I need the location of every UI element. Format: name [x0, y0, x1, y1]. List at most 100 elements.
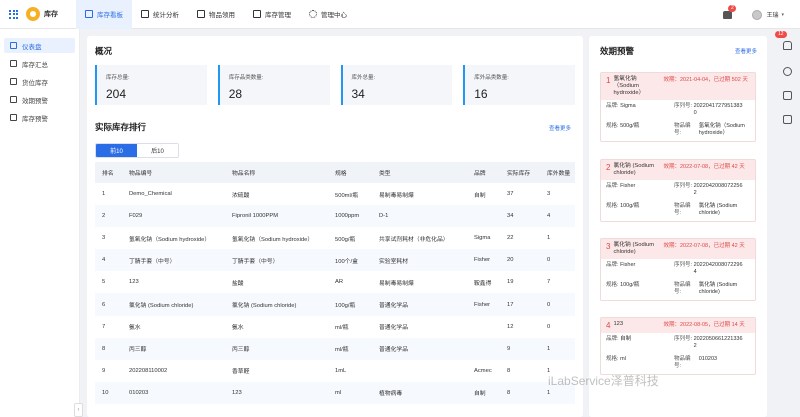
sidebar-item-expiry-warning[interactable]: 效期预警	[4, 92, 75, 107]
nav-item-inventory-management[interactable]: 库存管理	[244, 0, 300, 29]
table-row[interactable]: 2 F029 Fipronil 1000PPM 1000ppm D-1 34 4	[95, 205, 575, 228]
chevron-down-icon[interactable]: ▾	[781, 12, 784, 18]
stat-card-stock-categories: 库存品类数量: 28	[217, 65, 330, 105]
main-panel: 概况 库存总量: 204 库存品类数量: 28 库外总量: 34 库外品类数量:…	[87, 36, 583, 417]
nav-item-admin-center[interactable]: 管理中心	[300, 0, 356, 29]
support-icon[interactable]	[783, 115, 792, 124]
table-cell: 丁腈手套（中号）	[122, 249, 225, 272]
apps-grid-icon[interactable]	[9, 9, 18, 19]
table-row[interactable]: 3 氢氧化钠（Sodium hydroxide） 氢氧化钠（Sodium hydro…	[95, 227, 575, 249]
column-header: 规格	[328, 162, 372, 183]
sidebar-item-label: 货位库存	[22, 79, 48, 87]
table-cell: 浓硫酸	[232, 192, 250, 199]
user-name[interactable]: 王瑞	[766, 10, 778, 19]
expiry-field-item-no: 物品编号: 氯化钠 (Sodium chloride)	[674, 282, 750, 296]
table-cell: 8	[507, 367, 511, 374]
field-value: Fisher	[620, 262, 636, 268]
column-header: 库外数量	[540, 162, 575, 183]
expiry-field-serial: 序列号: 20220420080722562	[674, 183, 750, 197]
expiry-card[interactable]: 4 123 效期：2022-08-05，已过期 14 天 品牌: 自制 序列号:…	[600, 317, 756, 375]
table-cell: Acmec	[474, 367, 492, 374]
expiry-card-number: 3	[606, 242, 611, 251]
table-cell: 6	[95, 293, 122, 316]
table-row[interactable]: 10 010203 123 ml 植物病毒 自制 8 1	[95, 381, 575, 404]
expiry-card-name: 氯化钠 (Sodium chloride)	[613, 242, 655, 255]
table-cell: 香草醛	[232, 369, 250, 376]
field-label: 品牌:	[606, 262, 619, 268]
tab-top-10[interactable]: 前10	[96, 144, 137, 157]
table-cell: 1mL	[335, 367, 347, 374]
table-cell: 1000ppm	[328, 205, 372, 228]
sidebar-item-label: 仪表盘	[22, 43, 42, 51]
expiry-card[interactable]: 1 氢氧化钠（Sodium hydroxide） 效期：2021-04-04，已…	[600, 72, 756, 142]
stat-card-label: 库存总量:	[106, 75, 130, 81]
expiry-card-body: 品牌: Fisher 序列号: 20220420080722562 规格: 10…	[601, 180, 755, 221]
nav-item-statistics[interactable]: 统计分析	[132, 0, 188, 29]
document-icon[interactable]	[783, 91, 792, 100]
nav-item-item-requisition[interactable]: 物品领用	[188, 0, 244, 29]
stat-card-value: 204	[106, 87, 127, 101]
table-cell: Sigma	[474, 235, 491, 242]
field-label: 序列号:	[674, 183, 693, 189]
notification-icon[interactable]: 2	[723, 4, 737, 19]
table-cell: 易制毒易制爆	[379, 192, 414, 199]
table-cell	[467, 205, 500, 228]
stat-card-value: 34	[351, 87, 365, 101]
expiry-card[interactable]: 2 氯化钠 (Sodium chloride) 效期：2022-07-08，已过…	[600, 159, 756, 222]
expiry-view-more-link[interactable]: 查看更多	[735, 47, 757, 55]
table-row[interactable]: 7 氨水 氨水 ml/瓶 普通化学品 12 0	[95, 316, 575, 338]
table-cell: ml/瓶	[328, 337, 372, 360]
table-row[interactable]: 9 202208110002 香草醛 1mL Acmec 8 1	[95, 360, 575, 382]
nav-item-label: 物品领用	[209, 12, 235, 19]
table-cell: 丁腈手套（中号）	[225, 249, 328, 272]
expiry-card-name: 氯化钠 (Sodium chloride)	[613, 163, 655, 176]
chart-icon	[141, 10, 149, 18]
table-cell: 4	[540, 205, 575, 228]
bell-icon[interactable]	[783, 41, 792, 50]
sidebar-item-dashboard[interactable]: 仪表盘	[4, 38, 75, 53]
expiry-card[interactable]: 3 氯化钠 (Sodium chloride) 效期：2022-07-08，已过…	[600, 238, 756, 301]
table-cell: 0	[540, 293, 575, 316]
table-cell: 500ml/瓶	[335, 192, 359, 199]
field-label: 物品编号:	[674, 123, 691, 136]
expiry-field-item-no: 物品编号: 氯化钠 (Sodium chloride)	[674, 203, 750, 217]
stat-card-value: 28	[228, 87, 243, 101]
nav-item-label: 库存看板	[97, 12, 123, 19]
sidebar-item-inventory-summary[interactable]: 库存汇总	[4, 56, 75, 71]
table-row[interactable]: 8 丙三醇 丙三醇 ml/瓶 普通化学品 9 1	[95, 337, 575, 360]
field-label: 规格:	[606, 123, 619, 129]
sidebar-collapse-button[interactable]: ‹	[74, 403, 83, 417]
field-value: 氢氧化钠（Sodium hydroxide）	[698, 123, 745, 136]
table-cell: 自制	[474, 192, 486, 199]
field-value: 自制	[620, 336, 632, 342]
table-cell: Fisher	[467, 293, 500, 316]
table-row[interactable]: 1 Demo_Chemical 浓硫酸 500ml/瓶 易制毒易制爆 自制 37 3	[95, 183, 575, 205]
tab-bottom-10[interactable]: 后10	[137, 144, 178, 157]
expiry-field-brand: 品牌: Sigma	[606, 103, 674, 117]
table-row[interactable]: 5 123 盐酸 AR 易制毒易制爆 鞍鑫得 19 7	[95, 271, 575, 293]
table-cell: 鞍鑫得	[474, 280, 492, 287]
stat-card-value: 16	[474, 87, 488, 101]
table-cell: 1	[540, 337, 575, 360]
expiry-card-date: 效期：2022-08-05，已过期 14 天	[663, 322, 745, 328]
gear-icon	[309, 10, 317, 18]
table-cell: 氨水	[232, 325, 244, 332]
column-header: 品牌	[467, 162, 500, 183]
sidebar-item-stock-warning[interactable]: 库存预警	[4, 110, 75, 125]
table-cell: 010203	[122, 381, 225, 404]
sidebar-item-location-inventory[interactable]: 货位库存	[4, 74, 75, 89]
overview-title: 概况	[95, 46, 113, 56]
right-tool-strip: 12	[775, 29, 800, 417]
table-row[interactable]: 6 氯化钠 (Sodium chloride) 氯化钠 (Sodium chlori…	[95, 293, 575, 316]
avatar[interactable]	[752, 9, 763, 20]
table-cell: 1	[547, 235, 551, 242]
nav-item-inventory-dashboard[interactable]: 库存看板	[76, 0, 132, 29]
ranking-title: 实际库存排行	[95, 122, 147, 132]
nav-item-label: 库存管理	[265, 12, 291, 19]
table-cell: 1	[102, 191, 106, 198]
help-icon[interactable]	[783, 67, 792, 76]
table-row[interactable]: 4 丁腈手套（中号） 丁腈手套（中号） 100个/盒 实验室耗材 Fisher 20 0	[95, 249, 575, 272]
ranking-view-more-link[interactable]: 查看更多	[549, 124, 571, 132]
field-label: 品牌:	[606, 183, 619, 189]
column-header: 类型	[372, 162, 467, 183]
